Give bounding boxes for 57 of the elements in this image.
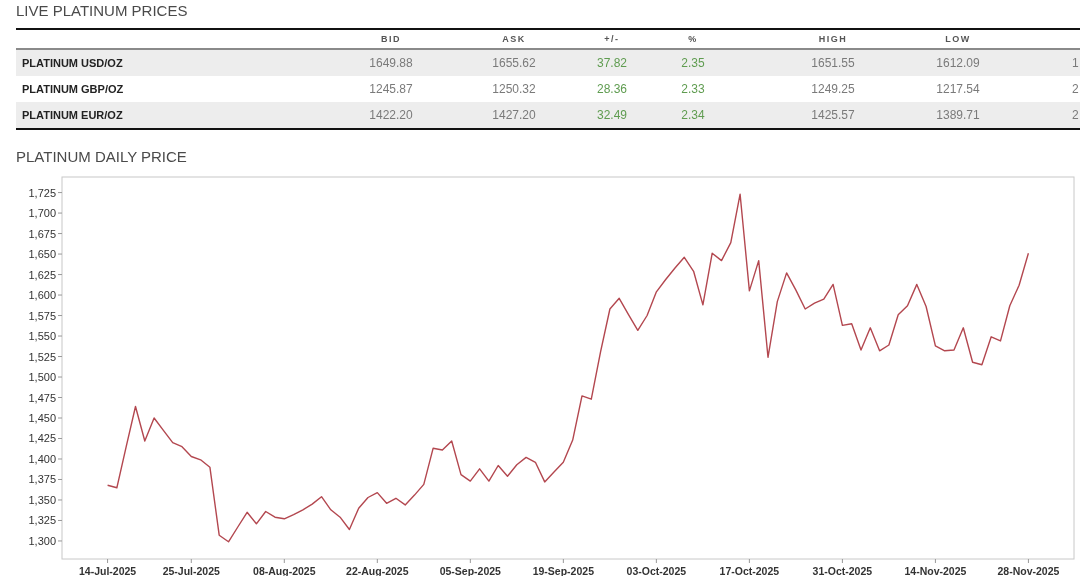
y-axis-label: 1,425 <box>28 432 56 445</box>
column-header: +/- <box>603 33 621 46</box>
section-title: LIVE PLATINUM PRICES <box>15 1 188 20</box>
table-cell-text: 1651.55 <box>810 55 856 72</box>
column-header: BID <box>380 33 402 46</box>
x-axis-label: 17-Oct-2025 <box>719 565 780 576</box>
y-axis-label: 1,525 <box>28 350 56 363</box>
table-cell-text: 1245.87 <box>368 81 414 98</box>
table-cell-text: 1427.20 <box>491 107 537 124</box>
y-axis-label: 1,450 <box>28 412 56 424</box>
table-cell-text: 2.35 <box>680 55 706 72</box>
table-cell-text: 2.33 <box>680 81 706 98</box>
x-axis-label: 25-Jul-2025 <box>162 565 220 576</box>
x-axis-label: 14-Jul-2025 <box>79 565 137 576</box>
x-axis-label: 28-Nov-2025 <box>997 565 1060 576</box>
table-cell-text: 1389.71 <box>935 107 981 124</box>
row-label: PLATINUM GBP/OZ <box>21 82 125 97</box>
table-cell-text: 1655.62 <box>491 55 537 72</box>
table-cell-text: 1422.20 <box>368 107 414 124</box>
column-header: ASK <box>501 33 527 46</box>
table-cell-text: 2 <box>1071 107 1080 124</box>
table-cell-text: 1217.54 <box>935 81 981 98</box>
y-axis-label: 1,325 <box>28 514 56 527</box>
column-header: % <box>687 33 699 46</box>
table-cell-text: 32.49 <box>596 107 628 124</box>
table-cell-text: 1250.32 <box>491 81 537 98</box>
y-axis-label: 1,300 <box>28 534 56 547</box>
table-cell-text: 1 <box>1071 55 1080 72</box>
table-cell-text: 1425.57 <box>810 107 856 124</box>
x-axis-label: 31-Oct-2025 <box>812 565 873 576</box>
chart-title: PLATINUM DAILY PRICE <box>15 147 187 166</box>
y-axis-label: 1,625 <box>28 268 56 281</box>
y-axis-label: 1,500 <box>28 371 56 383</box>
table-cell-text: 2.34 <box>680 107 706 124</box>
y-axis-label: 1,600 <box>28 289 56 302</box>
column-header: HIGH <box>817 33 849 46</box>
table-cell-text: 1612.09 <box>935 55 981 72</box>
table-cell-text: 2 <box>1071 81 1080 98</box>
row-label: PLATINUM USD/OZ <box>21 56 124 71</box>
table-cell-text: 1249.25 <box>810 81 856 98</box>
y-axis-label: 1,650 <box>28 248 56 261</box>
y-axis-label: 1,400 <box>28 453 56 465</box>
y-axis-label: 1,575 <box>28 309 56 322</box>
table-cell-text: 37.82 <box>596 55 628 72</box>
table-cell-text: 28.36 <box>596 81 628 98</box>
x-axis-label: 14-Nov-2025 <box>904 565 967 576</box>
y-axis-label: 1,550 <box>28 330 56 343</box>
y-axis-label: 1,675 <box>28 227 56 240</box>
y-axis-label: 1,350 <box>28 494 56 506</box>
y-axis-label: 1,375 <box>28 473 56 486</box>
y-axis-label: 1,725 <box>28 186 56 199</box>
table-cell-text: 1649.88 <box>368 55 414 72</box>
column-header: LOW <box>944 33 972 46</box>
row-label: PLATINUM EUR/OZ <box>21 108 124 123</box>
x-axis-label: 03-Oct-2025 <box>626 565 687 576</box>
y-axis-label: 1,700 <box>28 207 56 220</box>
y-axis-label: 1,475 <box>28 391 56 404</box>
